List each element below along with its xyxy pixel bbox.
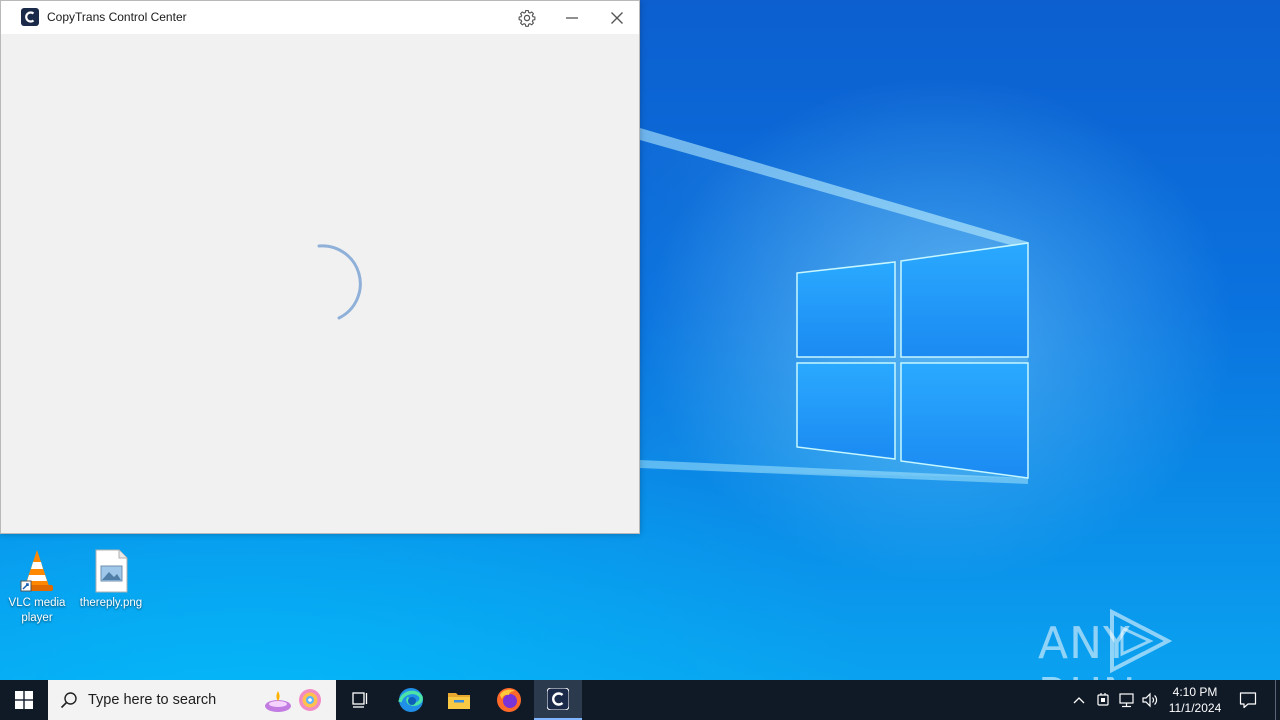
chevron-up-icon — [1073, 697, 1085, 704]
task-view-icon — [352, 692, 368, 708]
notification-center-button[interactable] — [1234, 680, 1262, 720]
search-placeholder: Type here to search — [88, 692, 217, 708]
tray-device[interactable] — [1092, 680, 1114, 720]
tray-volume[interactable] — [1140, 680, 1162, 720]
device-icon — [1097, 693, 1109, 706]
edge-icon — [398, 688, 423, 712]
anyrun-watermark: ANY RUN — [1036, 608, 1236, 680]
windows-start-icon — [15, 691, 33, 709]
gear-icon — [518, 9, 536, 27]
close-icon — [611, 11, 623, 24]
taskbar-clock[interactable]: 4:10 PM 11/1/2024 — [1160, 684, 1230, 716]
taskbar-edge[interactable] — [387, 680, 435, 720]
show-desktop-button[interactable] — [1275, 680, 1276, 720]
image-file-icon — [95, 549, 128, 593]
firefox-icon — [497, 688, 521, 712]
close-button[interactable] — [595, 1, 639, 34]
minimize-button[interactable] — [550, 1, 594, 34]
taskbar-copytrans[interactable] — [534, 680, 582, 720]
vlc-cone-icon — [20, 550, 53, 592]
window-title: CopyTrans Control Center — [47, 10, 187, 24]
taskbar-file-explorer[interactable] — [435, 680, 483, 720]
start-button[interactable] — [0, 680, 48, 720]
settings-button[interactable] — [505, 1, 549, 34]
title-bar[interactable]: CopyTrans Control Center — [1, 1, 639, 34]
taskbar: Type here to search 4:10 PM 11/1/2024 — [0, 680, 1280, 720]
tray-network[interactable] — [1116, 680, 1138, 720]
task-view-button[interactable] — [336, 680, 384, 720]
clock-time: 4:10 PM — [1172, 685, 1218, 699]
notification-icon — [1239, 692, 1257, 709]
desktop-icon-label: thereply.png — [79, 597, 143, 609]
play-logo-icon — [1110, 608, 1172, 674]
volume-icon — [1142, 692, 1158, 708]
desktop-icon-label: VLC media player — [8, 597, 66, 624]
clock-date: 11/1/2024 — [1168, 701, 1222, 715]
copytrans-logo-icon — [21, 8, 39, 26]
network-icon — [1119, 693, 1134, 708]
diwali-search-highlight-icon — [265, 689, 321, 712]
taskbar-search-box[interactable]: Type here to search — [48, 680, 336, 720]
search-icon — [60, 692, 77, 709]
copytrans-icon — [547, 688, 569, 710]
show-hidden-icons-button[interactable] — [1068, 680, 1090, 720]
taskbar-firefox[interactable] — [485, 680, 533, 720]
loading-spinner — [317, 244, 362, 320]
file-explorer-icon — [448, 693, 470, 709]
minimize-icon — [566, 16, 578, 19]
desktop-icon-vlc[interactable]: VLC media player — [0, 548, 74, 626]
copytrans-window[interactable]: CopyTrans Control Center — [0, 0, 640, 534]
desktop-icon-thereply[interactable]: thereply.png — [74, 548, 148, 611]
